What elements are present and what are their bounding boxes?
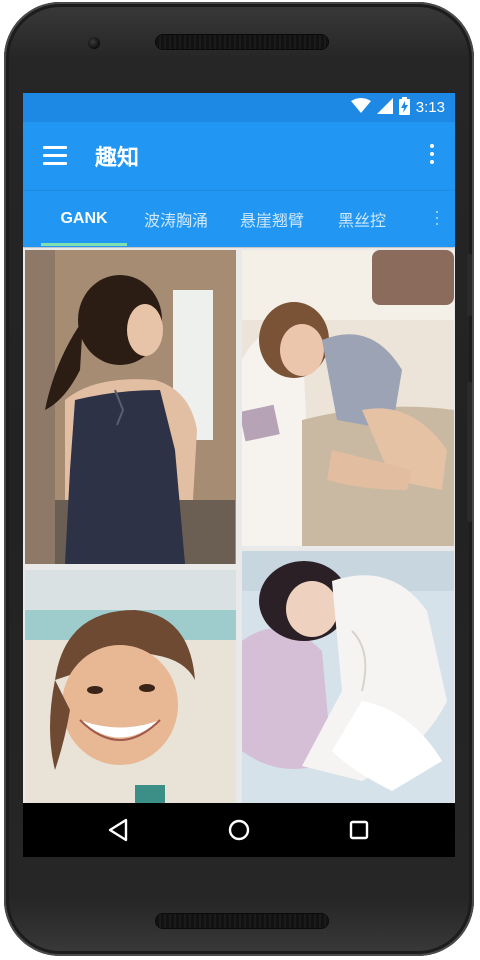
recents-icon[interactable] [345, 816, 373, 844]
photo-girl-sofa[interactable] [242, 250, 454, 546]
hamburger-menu-icon[interactable] [43, 146, 67, 166]
navigation-bar [23, 803, 455, 857]
more-tabs-icon[interactable] [435, 211, 439, 227]
tab-hei-si[interactable]: 黑丝控 [329, 191, 395, 247]
top-speaker [156, 35, 328, 49]
status-bar: 3:13 [23, 93, 455, 122]
wifi-icon [350, 97, 371, 118]
photo-grid [23, 248, 455, 803]
home-icon[interactable] [225, 816, 253, 844]
tab-gank[interactable]: GANK [41, 191, 127, 247]
app-bar: 趣知 [23, 122, 455, 190]
volume-button [467, 382, 472, 522]
signal-icon [376, 97, 393, 118]
tab-bar: GANK 波涛胸涌 悬崖翘臂 黑丝控 [23, 190, 455, 247]
battery-charging-icon [398, 96, 410, 119]
front-camera [88, 37, 100, 49]
status-time: 3:13 [415, 99, 445, 116]
photo-girl-smiling[interactable] [25, 570, 236, 803]
tab-bo-tao[interactable]: 波涛胸涌 [135, 191, 217, 247]
tab-indicator [41, 243, 127, 246]
power-button [467, 254, 472, 316]
screen: 3:13 趣知 GANK 波涛胸涌 悬崖翘臂 黑丝控 [23, 93, 455, 857]
back-icon[interactable] [105, 816, 133, 844]
tab-xuan-ya[interactable]: 悬崖翘臂 [231, 191, 313, 247]
more-vert-icon[interactable] [427, 144, 437, 168]
photo-girl-ponytail[interactable] [25, 250, 236, 564]
photo-girl-white-dress[interactable] [242, 551, 454, 803]
app-title: 趣知 [95, 146, 140, 171]
bottom-speaker [156, 914, 328, 928]
